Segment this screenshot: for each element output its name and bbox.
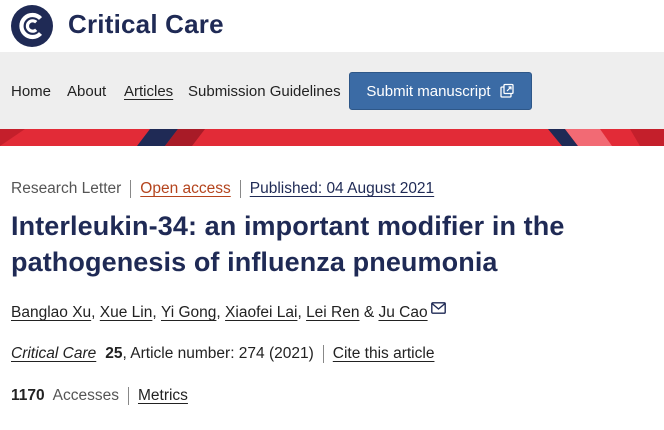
article-type: Research Letter	[11, 180, 122, 197]
divider	[322, 345, 324, 363]
nav-about[interactable]: About	[67, 83, 106, 100]
critical-care-logo-icon[interactable]	[11, 5, 53, 47]
author-link[interactable]: Xiaofei Lai	[225, 304, 297, 322]
metrics-line: 1170 Accesses Metrics	[11, 387, 188, 405]
decorative-banner	[0, 129, 664, 146]
author-separator: ,	[216, 304, 221, 321]
journal-link[interactable]: Critical Care	[11, 345, 96, 363]
divider	[127, 387, 129, 405]
submit-manuscript-button[interactable]: Submit manuscript	[349, 72, 532, 110]
metrics-link[interactable]: Metrics	[138, 387, 188, 405]
external-link-icon	[499, 83, 514, 98]
main-nav: Home About Articles Submission Guideline…	[0, 52, 664, 129]
author-list: Banglao Xu, Xue Lin, Yi Gong, Xiaofei La…	[11, 302, 446, 322]
divider	[239, 180, 241, 198]
author-ampersand: &	[363, 304, 375, 321]
accesses-label: Accesses	[52, 387, 119, 404]
article-number: , Article number: 274 (2021)	[122, 345, 314, 362]
nav-submission-guidelines[interactable]: Submission Guidelines	[188, 83, 341, 100]
open-access-link[interactable]: Open access	[140, 180, 230, 198]
article-title: Interleukin-34: an important modifier in…	[11, 211, 565, 277]
nav-articles[interactable]: Articles	[124, 83, 173, 100]
site-header: Critical Care	[0, 0, 664, 52]
author-link[interactable]: Banglao Xu	[11, 304, 91, 322]
author-link[interactable]: Yi Gong	[161, 304, 216, 322]
site-brand[interactable]: Critical Care	[68, 9, 224, 40]
cite-this-article-link[interactable]: Cite this article	[333, 345, 435, 363]
author-separator: ,	[297, 304, 302, 321]
volume-number: 25	[105, 345, 123, 362]
submit-manuscript-label: Submit manuscript	[366, 82, 491, 100]
divider	[130, 180, 132, 198]
published-date-link[interactable]: Published: 04 August 2021	[250, 180, 434, 198]
author-link[interactable]: Ju Cao	[378, 304, 427, 322]
author-separator: ,	[152, 304, 157, 321]
author-link[interactable]: Lei Ren	[306, 304, 359, 322]
author-separator: ,	[91, 304, 96, 321]
nav-home[interactable]: Home	[11, 83, 51, 100]
mail-icon[interactable]	[430, 302, 446, 314]
accesses-count: 1170	[11, 387, 45, 404]
article-meta: Research Letter Open access Published: 0…	[11, 180, 434, 198]
citation-line: Critical Care 25 , Article number: 274 (…	[11, 345, 434, 363]
author-link[interactable]: Xue Lin	[100, 304, 153, 322]
